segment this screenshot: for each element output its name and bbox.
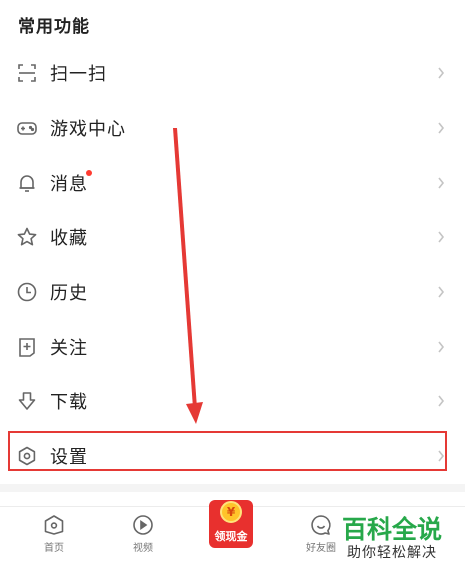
chevron-right-icon: [437, 176, 445, 190]
coin-icon: ¥: [220, 501, 242, 523]
menu-item-settings[interactable]: 设置: [0, 429, 465, 484]
menu-item-label: 消息: [50, 173, 88, 195]
menu-item-download[interactable]: 下载: [0, 374, 465, 429]
menu-item-favorites[interactable]: 收藏: [0, 210, 465, 265]
gamepad-icon: [16, 117, 38, 139]
chat-icon: [309, 513, 333, 537]
chevron-right-icon: [437, 340, 445, 354]
play-icon: [131, 513, 155, 537]
bell-icon: [16, 172, 38, 194]
menu-item-following[interactable]: 关注: [0, 319, 465, 374]
unread-badge: [86, 170, 92, 177]
follow-icon: [16, 336, 38, 358]
menu-item-label: 下载: [50, 392, 88, 414]
menu-item-label: 游戏中心: [50, 119, 126, 141]
menu-item-label: 历史: [50, 283, 88, 305]
menu-item-history[interactable]: 历史: [0, 265, 465, 320]
chevron-right-icon: [437, 121, 445, 135]
chevron-right-icon: [437, 394, 445, 408]
menu-item-game-center[interactable]: 游戏中心: [0, 101, 465, 156]
chevron-right-icon: [437, 230, 445, 244]
watermark-title: 百科全说: [342, 510, 443, 546]
menu-item-label: 设置: [50, 447, 88, 469]
chevron-right-icon: [437, 66, 445, 80]
tab-label: 首页: [44, 543, 64, 554]
menu-item-messages[interactable]: 消息: [0, 155, 465, 210]
section-title: 常用功能: [18, 17, 90, 37]
menu-item-scan[interactable]: 扫一扫: [0, 46, 465, 101]
clock-icon: [16, 281, 38, 303]
watermark-subtitle: 助你轻松解决: [347, 545, 437, 561]
tab-get-cash[interactable]: ¥ 领现金: [209, 500, 253, 548]
tab-home[interactable]: 首页: [29, 513, 79, 554]
chevron-right-icon: [437, 449, 445, 463]
menu-item-label: 收藏: [50, 228, 88, 250]
tab-friends[interactable]: 好友圈: [296, 513, 346, 554]
home-icon: [42, 513, 66, 537]
menu-list: 扫一扫 游戏中心 消息 收藏 历史 关注 下载 设置: [0, 46, 465, 484]
menu-item-label: 关注: [50, 337, 88, 359]
tab-label: 视频: [133, 543, 153, 554]
menu-item-label: 扫一扫: [50, 64, 107, 86]
download-icon: [16, 390, 38, 412]
scan-icon: [16, 62, 38, 84]
chevron-right-icon: [437, 285, 445, 299]
tab-video[interactable]: 视频: [118, 513, 168, 554]
star-icon: [16, 226, 38, 248]
tab-label: 好友圈: [306, 543, 336, 554]
section-divider: [0, 484, 465, 492]
settings-hexagon-icon: [16, 445, 38, 467]
tab-label: 领现金: [214, 530, 248, 543]
